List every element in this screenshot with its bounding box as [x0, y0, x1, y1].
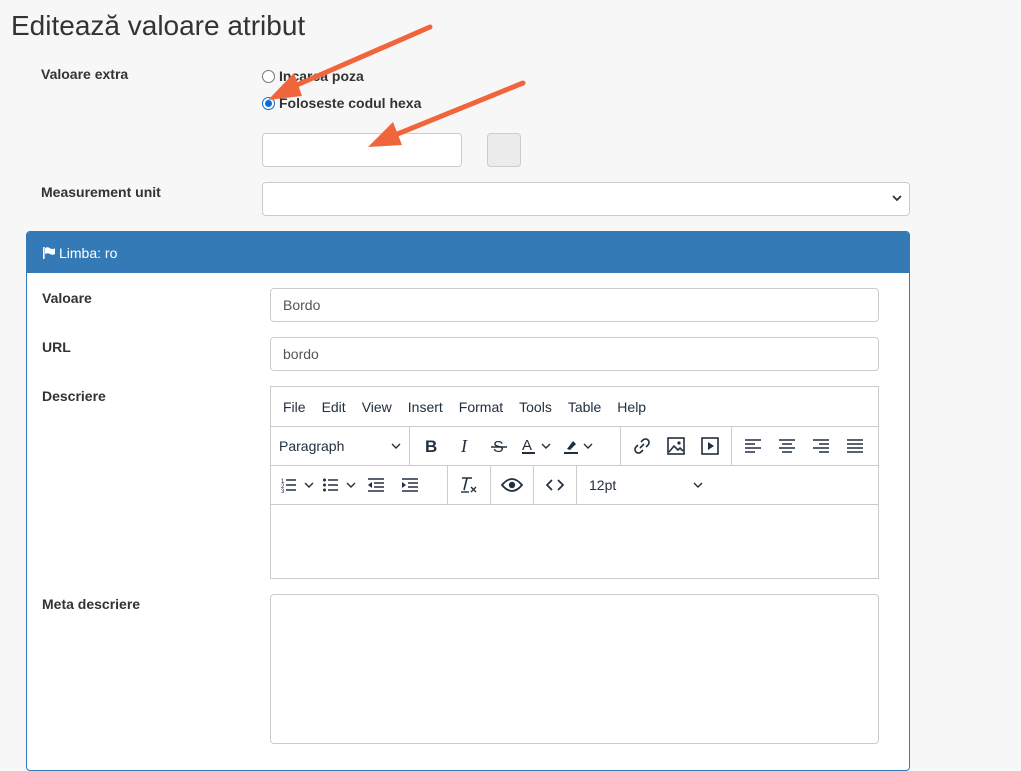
measurement-unit-label: Measurement unit [41, 184, 161, 200]
media-icon [700, 437, 719, 455]
menu-help[interactable]: Help [609, 399, 654, 415]
align-left-icon [745, 439, 762, 453]
meta-description-textarea[interactable] [270, 594, 879, 744]
code-icon [546, 479, 564, 491]
numbered-list-button[interactable]: 123 [275, 468, 317, 502]
panel-heading-text: Limba: ro [59, 244, 118, 261]
radio-hex-code-label: Foloseste codul hexa [279, 95, 422, 111]
menu-insert[interactable]: Insert [400, 399, 451, 415]
description-editor: File Edit View Insert Format Tools Table… [270, 386, 879, 579]
font-size-value: 12pt [589, 477, 617, 493]
align-right-button[interactable] [804, 429, 838, 463]
radio-upload-image[interactable]: Incarca poza [262, 68, 364, 84]
description-editor-body[interactable] [271, 504, 878, 580]
value-label: Valoare [42, 290, 92, 306]
menu-tools[interactable]: Tools [511, 399, 560, 415]
outdent-icon [368, 478, 384, 492]
preview-button[interactable] [495, 468, 529, 502]
url-input[interactable]: bordo [270, 337, 879, 371]
strikethrough-icon: S [491, 439, 507, 454]
editor-toolbar-2: 123 12pt [271, 465, 878, 505]
align-left-button[interactable] [736, 429, 770, 463]
strikethrough-button[interactable]: S [482, 429, 516, 463]
radio-hex-code-input[interactable] [262, 96, 275, 110]
block-format-value: Paragraph [279, 438, 345, 454]
image-icon [666, 437, 685, 455]
link-icon [633, 438, 650, 454]
bullet-list-icon [323, 478, 356, 492]
hex-code-input[interactable] [262, 133, 462, 167]
extra-value-label: Valoare extra [41, 66, 129, 82]
radio-upload-image-label: Incarca poza [279, 68, 364, 84]
menu-edit[interactable]: Edit [314, 399, 354, 415]
editor-menubar: File Edit View Insert Format Tools Table… [271, 387, 878, 426]
align-justify-icon [847, 439, 864, 453]
italic-icon: I [460, 438, 468, 454]
bold-button[interactable]: B [414, 429, 448, 463]
chevron-down-icon [693, 482, 703, 488]
svg-text:I: I [460, 438, 468, 454]
text-color-button[interactable]: A [516, 429, 558, 463]
media-button[interactable] [693, 429, 727, 463]
clear-formatting-icon [461, 477, 477, 493]
menu-table[interactable]: Table [560, 399, 609, 415]
chevron-down-icon [892, 195, 902, 202]
outdent-button[interactable] [359, 468, 393, 502]
italic-button[interactable]: I [448, 429, 482, 463]
radio-upload-image-input[interactable] [262, 69, 275, 83]
highlight-icon [564, 441, 593, 454]
panel-heading: Limba: ro [27, 232, 909, 273]
bold-icon: B [425, 438, 437, 454]
svg-text:B: B [425, 438, 437, 454]
svg-text:A: A [522, 437, 532, 454]
url-label: URL [42, 339, 71, 355]
editor-toolbar-1: Paragraph B I S A [271, 426, 878, 466]
text-color-icon: A [522, 437, 551, 454]
eye-icon [501, 478, 523, 492]
flag-icon [43, 246, 55, 259]
numbered-list-icon: 123 [281, 479, 314, 493]
bullet-list-button[interactable] [317, 468, 359, 502]
measurement-unit-select[interactable] [262, 182, 910, 216]
color-swatch[interactable] [487, 133, 521, 167]
chevron-down-icon [391, 443, 401, 449]
page-title: Editează valoare atribut [11, 10, 306, 41]
image-button[interactable] [659, 429, 693, 463]
clear-formatting-button[interactable] [452, 468, 486, 502]
description-label: Descriere [42, 388, 106, 404]
align-justify-button[interactable] [838, 429, 872, 463]
menu-view[interactable]: View [354, 399, 400, 415]
menu-format[interactable]: Format [451, 399, 511, 415]
link-button[interactable] [625, 429, 659, 463]
block-format-dropdown[interactable]: Paragraph [271, 438, 409, 454]
meta-description-label: Meta descriere [42, 596, 141, 612]
font-size-dropdown[interactable]: 12pt [577, 477, 717, 493]
svg-text:3: 3 [281, 489, 285, 493]
highlight-color-button[interactable] [558, 429, 600, 463]
align-center-button[interactable] [770, 429, 804, 463]
indent-button[interactable] [393, 468, 427, 502]
source-code-button[interactable] [538, 468, 572, 502]
align-right-icon [813, 439, 830, 453]
radio-hex-code[interactable]: Foloseste codul hexa [262, 95, 421, 111]
align-center-icon [779, 439, 796, 453]
menu-file[interactable]: File [275, 399, 314, 415]
indent-icon [402, 478, 418, 492]
value-input[interactable]: Bordo [270, 288, 879, 322]
